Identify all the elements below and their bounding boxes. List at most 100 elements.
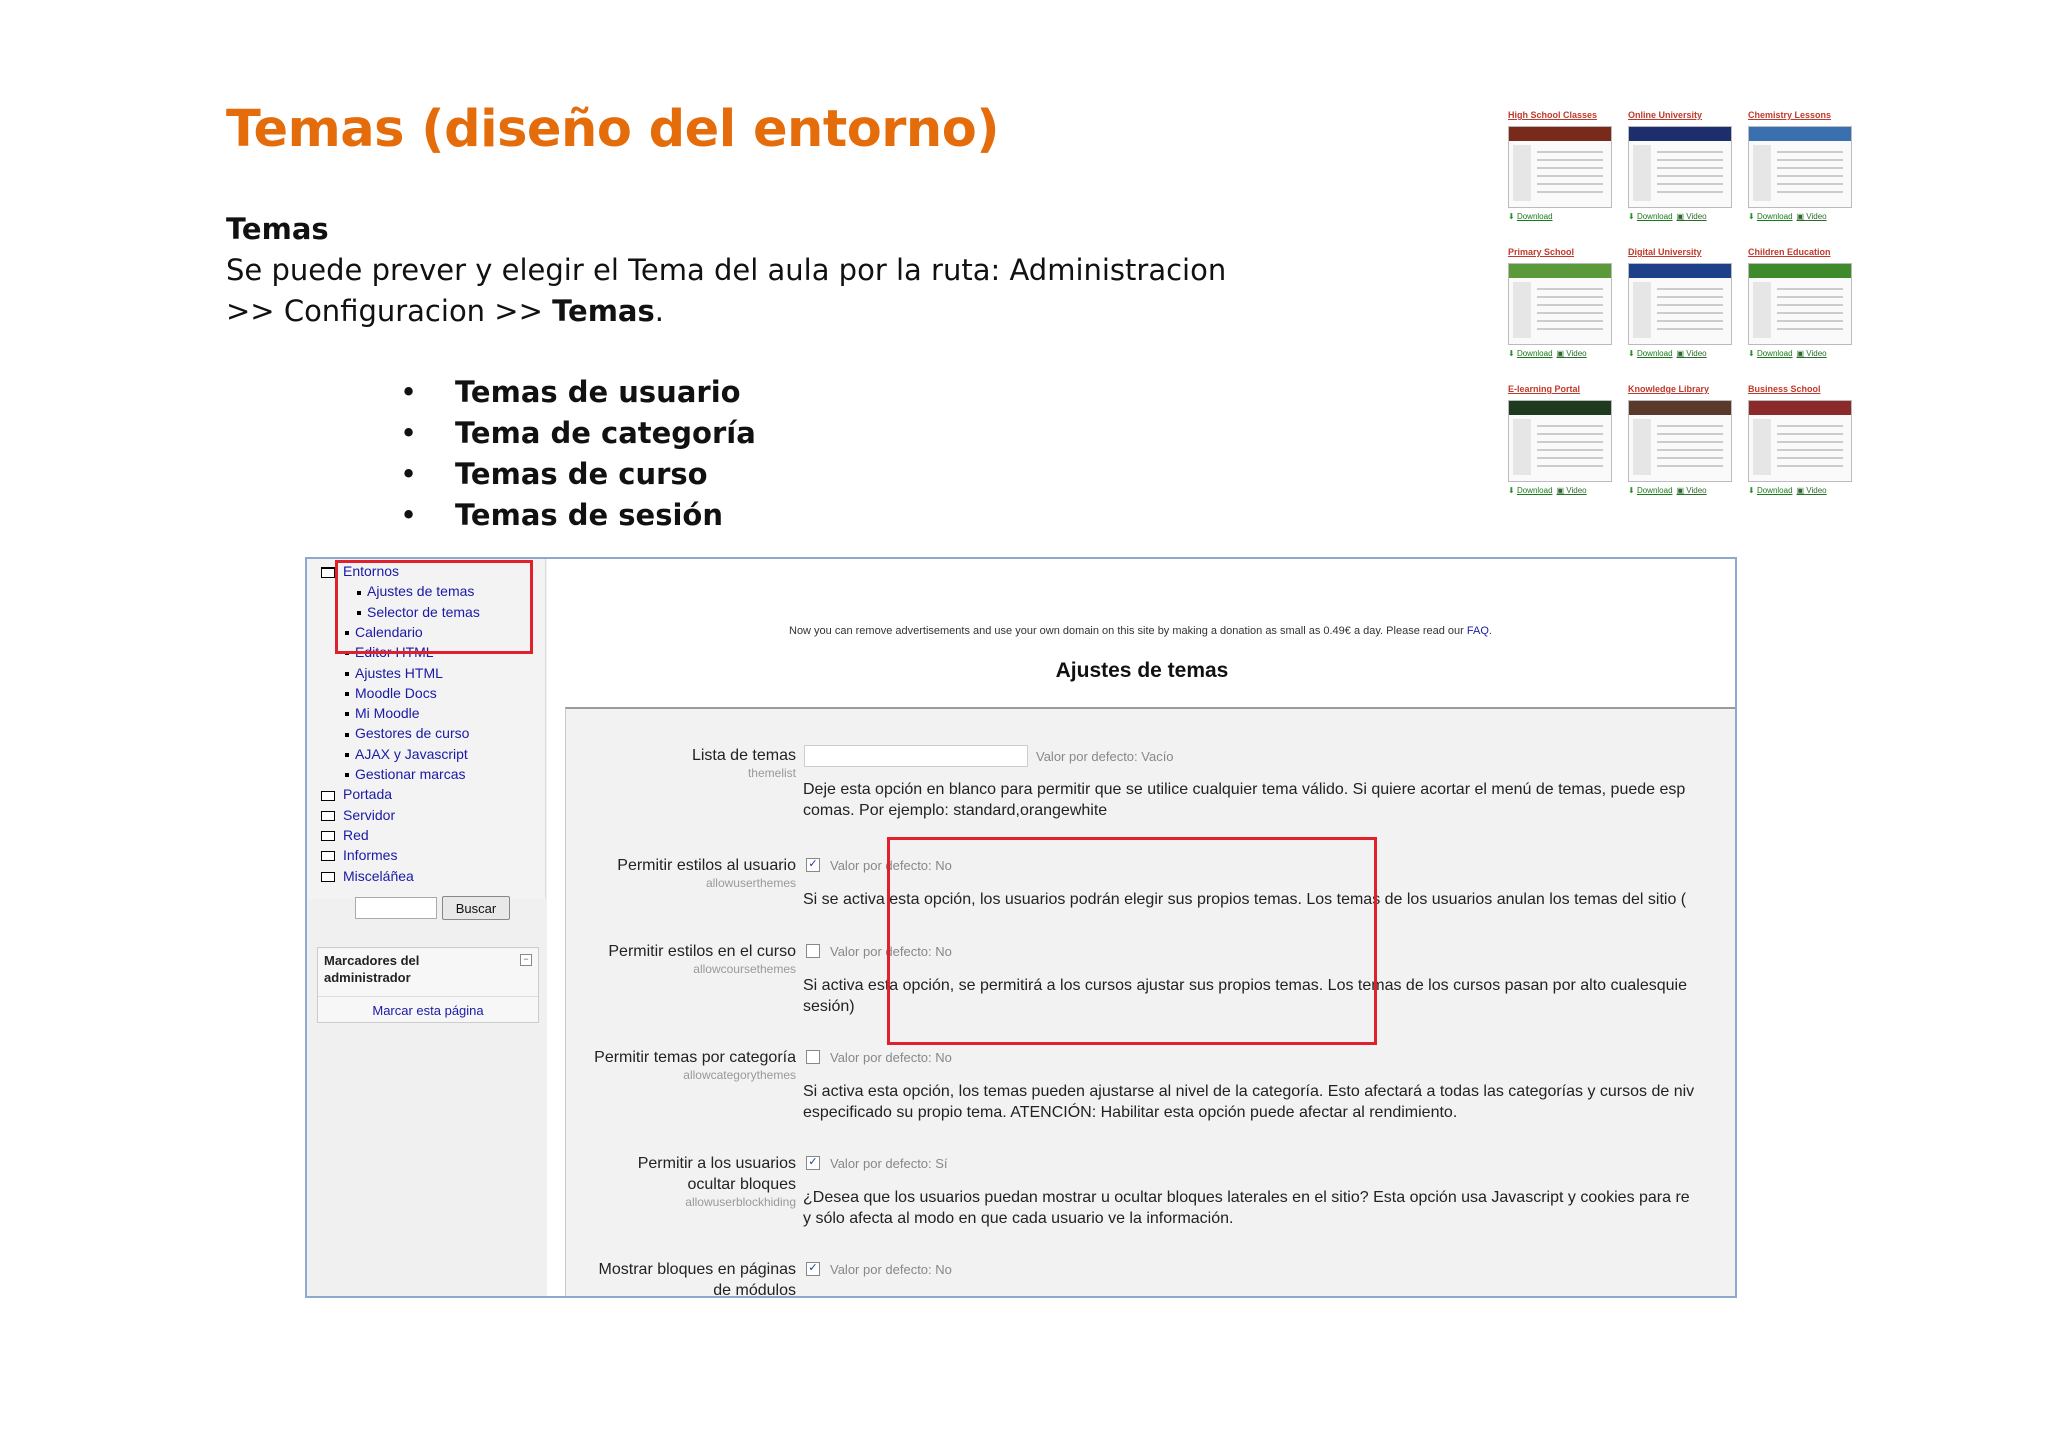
theme-preview-image[interactable] xyxy=(1748,400,1852,482)
theme-thumbnail[interactable]: E-learning Portal ⬇ Download ▣ Video xyxy=(1508,382,1614,498)
bookmark-page-link[interactable]: Marcar esta página xyxy=(318,996,538,1018)
theme-preview-image[interactable] xyxy=(1628,126,1732,208)
download-link[interactable]: Download xyxy=(1637,212,1673,221)
theme-title[interactable]: E-learning Portal xyxy=(1508,382,1614,400)
theme-title[interactable]: Online University xyxy=(1628,108,1734,126)
theme-preview-image[interactable] xyxy=(1748,126,1852,208)
video-link[interactable]: ▣ Video xyxy=(1797,349,1827,358)
sidebar-item[interactable]: Moodle Docs xyxy=(345,685,437,701)
theme-thumbnail[interactable]: Online University ⬇ Download ▣ Video xyxy=(1628,108,1734,224)
preview-line xyxy=(1537,304,1603,306)
sidebar-item[interactable]: Servidor xyxy=(321,807,395,823)
theme-thumbnail[interactable]: Business School ⬇ Download ▣ Video xyxy=(1748,382,1854,498)
download-icon: ⬇ xyxy=(1748,212,1757,221)
setting-default: Valor por defecto: No xyxy=(830,1262,952,1277)
theme-thumbnail[interactable]: Children Education ⬇ Download ▣ Video xyxy=(1748,245,1854,361)
preview-line xyxy=(1537,151,1603,153)
theme-title[interactable]: Digital University xyxy=(1628,245,1734,263)
video-link[interactable]: ▣ Video xyxy=(1677,349,1707,358)
sidebar-search-input[interactable] xyxy=(355,897,437,919)
checkmark-icon: ✓ xyxy=(808,1156,818,1168)
setting-checkbox[interactable] xyxy=(806,944,820,958)
theme-thumbnail[interactable]: Digital University ⬇ Download ▣ Video xyxy=(1628,245,1734,361)
setting-checkbox[interactable] xyxy=(806,1050,820,1064)
video-icon: ▣ xyxy=(1676,349,1687,358)
video-link[interactable]: ▣ Video xyxy=(1677,212,1707,221)
theme-title[interactable]: Children Education xyxy=(1748,245,1854,263)
video-link[interactable]: ▣ Video xyxy=(1557,486,1587,495)
theme-links: ⬇ Download ▣ Video xyxy=(1628,347,1734,361)
preview-line xyxy=(1777,320,1843,322)
theme-title[interactable]: High School Classes xyxy=(1508,108,1614,126)
bullet-square-icon xyxy=(345,671,349,676)
download-icon: ⬇ xyxy=(1508,486,1517,495)
slide-title: Temas (diseño del entorno) xyxy=(226,100,1000,159)
theme-preview-image[interactable] xyxy=(1748,263,1852,345)
sidebar-item[interactable]: Mi Moodle xyxy=(345,705,420,721)
theme-preview-column xyxy=(1633,419,1651,475)
highlight-box-settings xyxy=(887,837,1377,1045)
theme-title[interactable]: Chemistry Lessons xyxy=(1748,108,1854,126)
download-link[interactable]: Download xyxy=(1517,349,1553,358)
faq-link[interactable]: FAQ xyxy=(1467,625,1489,637)
search-button[interactable]: Buscar xyxy=(442,896,510,920)
video-link[interactable]: ▣ Video xyxy=(1797,212,1827,221)
bookmarks-title: Marcadores del administrador xyxy=(324,953,420,985)
video-icon: ▣ xyxy=(1676,486,1687,495)
theme-thumbnail[interactable]: Chemistry Lessons ⬇ Download ▣ Video xyxy=(1748,108,1854,224)
download-link[interactable]: Download xyxy=(1637,486,1673,495)
theme-preview-header xyxy=(1629,401,1731,415)
download-link[interactable]: Download xyxy=(1757,349,1793,358)
download-icon: ⬇ xyxy=(1628,486,1637,495)
sidebar-item[interactable]: Misceláñea xyxy=(321,868,414,884)
theme-preview-image[interactable] xyxy=(1628,263,1732,345)
bullet-item: • Temas de usuario xyxy=(400,372,756,413)
preview-line xyxy=(1777,296,1843,298)
theme-links: ⬇ Download ▣ Video xyxy=(1748,347,1854,361)
preview-line xyxy=(1777,312,1843,314)
themelist-input[interactable] xyxy=(804,745,1028,767)
video-link[interactable]: ▣ Video xyxy=(1557,349,1587,358)
preview-line xyxy=(1657,167,1723,169)
download-link[interactable]: Download xyxy=(1517,212,1553,221)
setting-checkbox[interactable]: ✓ xyxy=(806,1262,820,1276)
sidebar-item[interactable]: Gestores de curso xyxy=(345,725,469,741)
download-link[interactable]: Download xyxy=(1517,486,1553,495)
sidebar-item[interactable]: AJAX y Javascript xyxy=(345,746,468,762)
bullet-dot: • xyxy=(400,498,418,532)
theme-title[interactable]: Primary School xyxy=(1508,245,1614,263)
sidebar-item[interactable]: Portada xyxy=(321,786,392,802)
preview-line xyxy=(1777,151,1843,153)
download-link[interactable]: Download xyxy=(1757,212,1793,221)
bullet-dot: • xyxy=(400,416,418,450)
theme-preview-image[interactable] xyxy=(1508,400,1612,482)
sidebar-item-label: Servidor xyxy=(343,806,396,823)
download-link[interactable]: Download xyxy=(1637,349,1673,358)
sidebar-item[interactable]: Red xyxy=(321,827,369,843)
theme-thumbnail[interactable]: Primary School ⬇ Download ▣ Video xyxy=(1508,245,1614,361)
bullet-list: • Temas de usuario • Tema de categoría • Te… xyxy=(400,372,756,536)
sidebar-item[interactable]: Gestionar marcas xyxy=(345,766,465,782)
theme-preview-header xyxy=(1509,264,1611,278)
theme-preview-header xyxy=(1749,127,1851,141)
theme-preview-column xyxy=(1633,282,1651,338)
download-icon: ⬇ xyxy=(1508,349,1517,358)
theme-thumbnail[interactable]: High School Classes ⬇ Download xyxy=(1508,108,1614,224)
theme-title[interactable]: Business School xyxy=(1748,382,1854,400)
setting-checkbox[interactable]: ✓ xyxy=(806,1156,820,1170)
setting-checkbox[interactable]: ✓ xyxy=(806,858,820,872)
theme-preview-image[interactable] xyxy=(1508,263,1612,345)
theme-preview-image[interactable] xyxy=(1508,126,1612,208)
theme-preview-header xyxy=(1749,401,1851,415)
page-heading: Ajustes de temas xyxy=(1055,659,1229,682)
sidebar-item[interactable]: Informes xyxy=(321,847,397,863)
theme-title[interactable]: Knowledge Library xyxy=(1628,382,1734,400)
theme-preview-image[interactable] xyxy=(1628,400,1732,482)
theme-thumbnail[interactable]: Knowledge Library ⬇ Download ▣ Video xyxy=(1628,382,1734,498)
video-link[interactable]: ▣ Video xyxy=(1797,486,1827,495)
sidebar-item[interactable]: Ajustes HTML xyxy=(345,665,443,681)
download-link[interactable]: Download xyxy=(1757,486,1793,495)
collapse-icon[interactable]: − xyxy=(520,954,532,966)
sidebar-item-label: Gestionar marcas xyxy=(355,766,466,782)
video-link[interactable]: ▣ Video xyxy=(1677,486,1707,495)
